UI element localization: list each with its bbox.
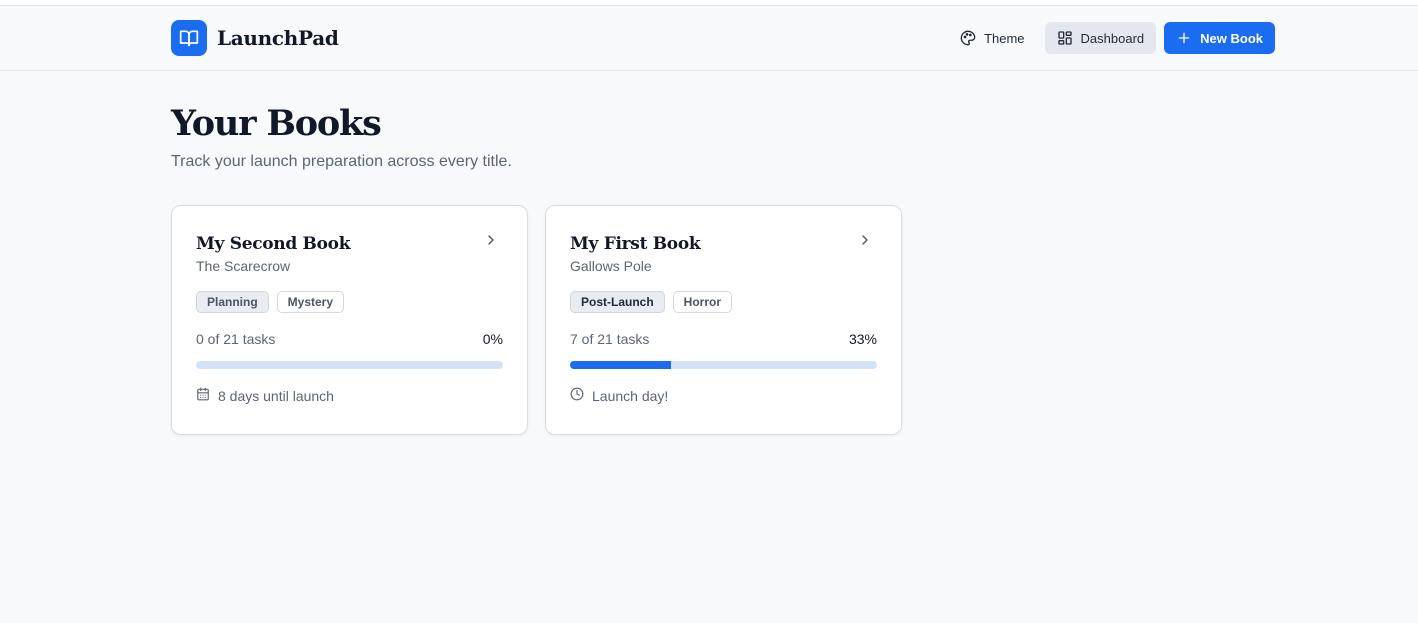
progress-summary: 0 of 21 tasks 0% <box>196 331 503 347</box>
new-book-label: New Book <box>1200 30 1263 46</box>
theme-button[interactable]: Theme <box>948 22 1036 54</box>
calendar-icon <box>196 387 210 404</box>
book-title: My Second Book <box>196 234 351 254</box>
clock-icon <box>570 387 584 404</box>
new-book-button[interactable]: New Book <box>1164 22 1275 54</box>
page-subtitle: Track your launch preparation across eve… <box>171 153 512 170</box>
book-tags: Post-Launch Horror <box>570 291 877 313</box>
app-header: LaunchPad Theme Dashboard New Book <box>0 6 1418 71</box>
genre-badge: Mystery <box>276 291 345 313</box>
chevron-right-icon[interactable] <box>483 232 499 253</box>
book-tags: Planning Mystery <box>196 291 503 313</box>
chevron-right-icon[interactable] <box>857 232 873 253</box>
task-count: 0 of 21 tasks <box>196 331 276 347</box>
dashboard-icon <box>1057 30 1073 46</box>
dashboard-label: Dashboard <box>1080 30 1145 46</box>
launch-status: Launch day! <box>570 387 877 404</box>
book-title: My First Book <box>570 234 701 254</box>
progress-percent: 33% <box>848 331 877 347</box>
task-count: 7 of 21 tasks <box>570 331 650 347</box>
theme-label: Theme <box>984 30 1025 46</box>
page-title: Your Books <box>171 103 382 144</box>
progress-bar-fill <box>570 361 672 369</box>
launch-status: 8 days until launch <box>196 387 503 404</box>
app-name: LaunchPad <box>217 26 339 50</box>
book-card[interactable]: My First Book Gallows Pole Post-Launch H… <box>545 205 902 435</box>
palette-icon <box>960 30 976 46</box>
progress-bar <box>570 361 877 369</box>
brand[interactable]: LaunchPad <box>171 20 339 56</box>
plus-icon <box>1176 30 1192 46</box>
dashboard-button[interactable]: Dashboard <box>1044 22 1157 54</box>
main-content: Your Books Track your launch preparation… <box>171 100 1275 435</box>
progress-percent: 0% <box>482 331 503 347</box>
progress-bar <box>196 361 503 369</box>
launch-text: 8 days until launch <box>218 387 334 404</box>
stage-badge: Post-Launch <box>570 291 665 313</box>
book-open-icon <box>171 20 207 56</box>
launch-text: Launch day! <box>592 387 669 404</box>
book-subtitle: Gallows Pole <box>570 258 652 274</box>
progress-summary: 7 of 21 tasks 33% <box>570 331 877 347</box>
book-card[interactable]: My Second Book The Scarecrow Planning My… <box>171 205 528 435</box>
genre-badge: Horror <box>672 291 733 313</box>
stage-badge: Planning <box>196 291 269 313</box>
header-nav: Theme Dashboard New Book <box>948 22 1275 54</box>
book-subtitle: The Scarecrow <box>196 258 291 274</box>
book-list: My Second Book The Scarecrow Planning My… <box>171 205 1275 435</box>
